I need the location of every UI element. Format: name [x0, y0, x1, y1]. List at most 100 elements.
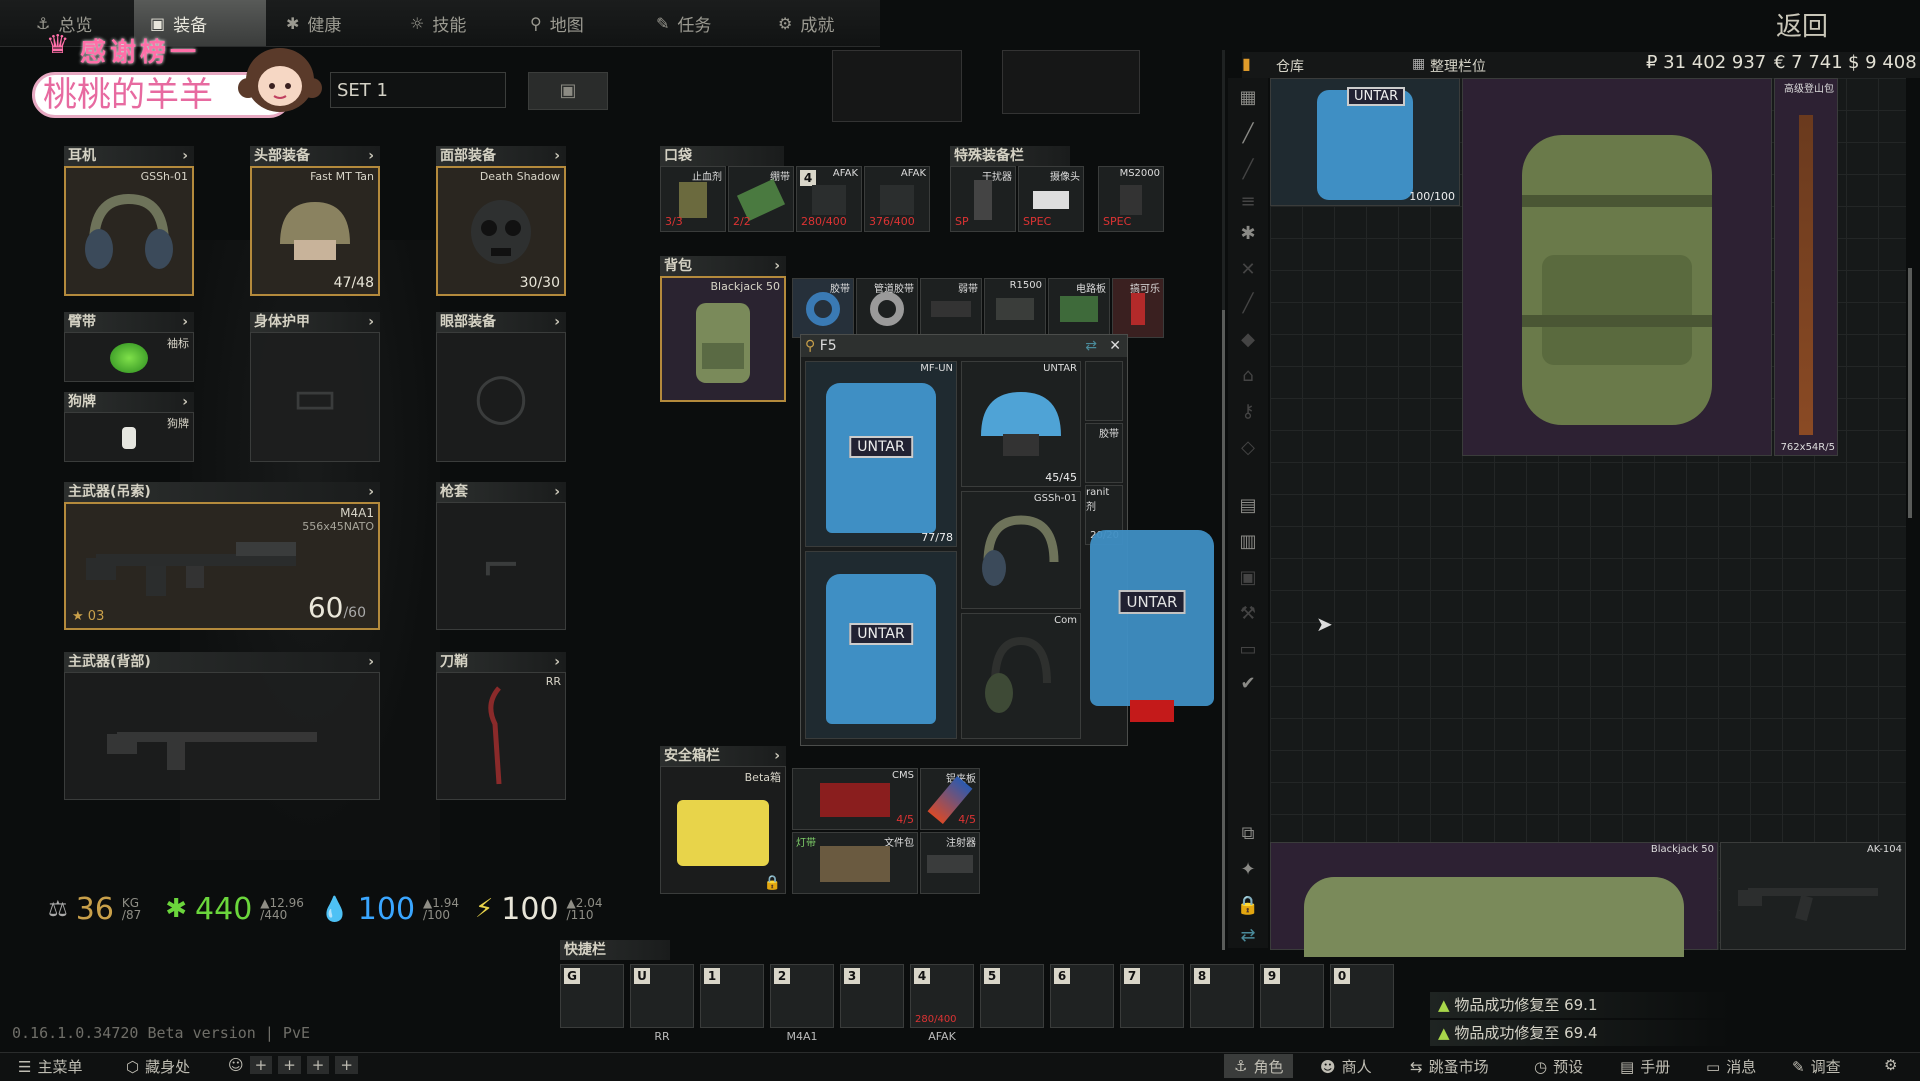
tab-tasks[interactable]: ✎ 任务 — [640, 0, 760, 46]
quickbar-slot-9[interactable]: 9 — [1260, 964, 1324, 1028]
pocket-slot-2[interactable]: 绷带 2/2 — [728, 166, 794, 232]
add-friend-icon[interactable]: + — [249, 1056, 273, 1074]
secure-item-injector[interactable]: 注射器 — [920, 832, 980, 894]
traders-button[interactable]: ☻ 商人 — [1320, 1056, 1372, 1077]
stash-item-armor[interactable]: UNTAR 100/100 — [1270, 78, 1460, 206]
lock-icon[interactable]: 🔒 — [1236, 894, 1260, 918]
backpack-item-1[interactable]: 胶带 — [792, 278, 854, 338]
all-items-icon[interactable]: ▦ — [1236, 86, 1260, 110]
tab-achievements[interactable]: ⚙ 成就 — [762, 0, 880, 46]
chevron-right-icon[interactable]: › — [554, 482, 560, 502]
presets-button[interactable]: ◷ 预设 — [1534, 1056, 1583, 1077]
popup-side-1[interactable] — [1085, 361, 1123, 421]
quickbar-slot-6[interactable]: 6 — [1050, 964, 1114, 1028]
scrollbar-gear[interactable] — [1222, 310, 1225, 950]
character-button[interactable]: ⚓ 角色 — [1224, 1054, 1294, 1078]
popup-item-armor-1[interactable]: MF-UN UNTAR 77/78 — [805, 361, 957, 547]
tab-map[interactable]: ⚲ 地图 — [514, 0, 638, 46]
quickbar-slot-4[interactable]: 4 280/400 — [910, 964, 974, 1028]
chevron-right-icon[interactable]: › — [554, 312, 560, 332]
settings-button[interactable]: ⚙ — [1884, 1056, 1897, 1074]
special-filter-icon[interactable]: ⚒ — [1236, 602, 1260, 626]
chevron-right-icon[interactable]: › — [182, 392, 188, 412]
preset-name-field[interactable]: SET 1 — [330, 72, 506, 108]
popup-item-armor-2[interactable]: UNTAR — [805, 551, 957, 739]
pocket-slot-1[interactable]: 止血剂 3/3 — [660, 166, 726, 232]
save-preset-button[interactable]: ▣ — [528, 72, 608, 110]
found-in-raid-icon[interactable]: ✔ — [1236, 672, 1260, 696]
backpack-item-3[interactable]: 弱带 — [920, 278, 982, 338]
special-slot-2[interactable]: 摄像头 SPEC — [1018, 166, 1084, 232]
quickbar-slot-U[interactable]: U — [630, 964, 694, 1028]
popup-item-helmet[interactable]: UNTAR 45/45 — [961, 361, 1081, 487]
headwear-slot[interactable]: Fast MT Tan 47/48 — [250, 166, 380, 296]
chevron-right-icon[interactable]: › — [554, 146, 560, 166]
profile-icon[interactable]: ☺ — [228, 1056, 244, 1074]
stash-item-rifle-svt[interactable]: 高级登山包 762x54R/5 — [1774, 78, 1838, 456]
gear-filter-icon[interactable]: ◆ — [1236, 328, 1260, 352]
chevron-right-icon[interactable]: › — [368, 312, 374, 332]
holster-slot[interactable]: ⌐ — [436, 502, 566, 630]
tab-skills[interactable]: ☼ 技能 — [394, 0, 512, 46]
pocket-slot-3[interactable]: 4 AFAK 280/400 — [796, 166, 862, 232]
chevron-right-icon[interactable]: › — [368, 146, 374, 166]
back-button[interactable]: 返回 — [1776, 6, 1828, 43]
barter-filter-icon[interactable]: ◇ — [1236, 436, 1260, 460]
quickbar-slot-G[interactable]: G — [560, 964, 624, 1028]
chevron-right-icon[interactable]: › — [182, 146, 188, 166]
body-armor-slot[interactable]: ▭ — [250, 332, 380, 462]
pocket-slot-4[interactable]: AFAK 376/400 — [864, 166, 930, 232]
transfer-icon[interactable]: ⇄ — [1236, 924, 1260, 948]
stash-item-ak104[interactable]: AK-104 — [1720, 842, 1906, 950]
flea-market-button[interactable]: ⇆ 跳蚤市场 — [1410, 1056, 1489, 1077]
secure-container-slot[interactable]: Beta箱 🔒 — [660, 766, 786, 894]
primary-back-slot[interactable] — [64, 672, 380, 800]
chevron-right-icon[interactable]: › — [554, 652, 560, 672]
quickbar-slot-2[interactable]: 2 — [770, 964, 834, 1028]
sort-stash-button[interactable]: 整理栏位 — [1430, 56, 1486, 76]
grenades-filter-icon[interactable]: ╱ — [1236, 292, 1260, 316]
handbook-button[interactable]: ▤ 手册 — [1620, 1056, 1670, 1077]
chevron-right-icon[interactable]: › — [774, 746, 780, 766]
special-slot-1[interactable]: 干扰器 SP — [950, 166, 1016, 232]
money-filter-icon[interactable]: ▭ — [1236, 638, 1260, 662]
backpack-slot[interactable]: Blackjack 50 — [660, 276, 786, 402]
add-friend-icon[interactable]: + — [306, 1056, 330, 1074]
weapon-parts-icon[interactable]: ╱ — [1236, 158, 1260, 182]
armband-slot[interactable]: 袖标 — [64, 332, 194, 382]
chevron-right-icon[interactable]: › — [774, 256, 780, 276]
dogtag-slot[interactable]: 狗牌 — [64, 412, 194, 462]
chevron-right-icon[interactable]: › — [182, 312, 188, 332]
melee-filter-icon[interactable]: ✕ — [1236, 258, 1260, 282]
backpack-item-5[interactable]: 电路板 — [1048, 278, 1110, 338]
secure-item-cms[interactable]: CMS 4/5 — [792, 768, 918, 830]
main-menu-button[interactable]: ☰ 主菜单 — [18, 1056, 82, 1077]
primary-weapon-slot[interactable]: M4A1 556x45NATO 60/60 ★ 03 — [64, 502, 380, 630]
popup-item-headset[interactable]: GSSh-01 — [961, 491, 1081, 609]
chevron-right-icon[interactable]: › — [368, 652, 374, 672]
popup-item-comtac[interactable]: Com — [961, 613, 1081, 739]
medical-filter-icon[interactable]: ✱ — [1236, 222, 1260, 246]
backpack-item-2[interactable]: 管道胶带 — [856, 278, 918, 338]
quickbar-slot-1[interactable]: 1 — [700, 964, 764, 1028]
chevron-right-icon[interactable]: › — [368, 482, 374, 502]
quickbar-slot-8[interactable]: 8 — [1190, 964, 1254, 1028]
survey-button[interactable]: ✎ 调查 — [1792, 1056, 1841, 1077]
stash-item-blackjack[interactable]: Blackjack 50 — [1270, 842, 1718, 958]
provisions-filter-icon[interactable]: ▥ — [1236, 530, 1260, 554]
secure-item-splint[interactable]: 铝夹板4/5 — [920, 768, 980, 830]
containers-filter-icon[interactable]: ▤ — [1236, 494, 1260, 518]
popup-side-2[interactable]: 胶带 — [1085, 423, 1123, 483]
ammo-filter-icon[interactable]: ≡ — [1236, 190, 1260, 214]
headwear-filter-icon[interactable]: ⌂ — [1236, 364, 1260, 388]
keys-filter-icon[interactable]: ⚷ — [1236, 400, 1260, 424]
backpack-item-6[interactable]: 搞可乐 — [1112, 278, 1164, 338]
stash-scrollbar[interactable] — [1908, 268, 1912, 518]
messages-button[interactable]: ▭ 消息 — [1706, 1056, 1756, 1077]
quickbar-slot-3[interactable]: 3 — [840, 964, 904, 1028]
special-slot-3[interactable]: MS2000 SPEC — [1098, 166, 1164, 232]
copy-icon[interactable]: ⧉ — [1236, 822, 1260, 846]
close-icon[interactable]: ✕ — [1109, 335, 1121, 357]
dragged-armor[interactable]: UNTAR — [1090, 530, 1214, 706]
popup-sort-icon[interactable]: ⇄ — [1085, 335, 1097, 357]
